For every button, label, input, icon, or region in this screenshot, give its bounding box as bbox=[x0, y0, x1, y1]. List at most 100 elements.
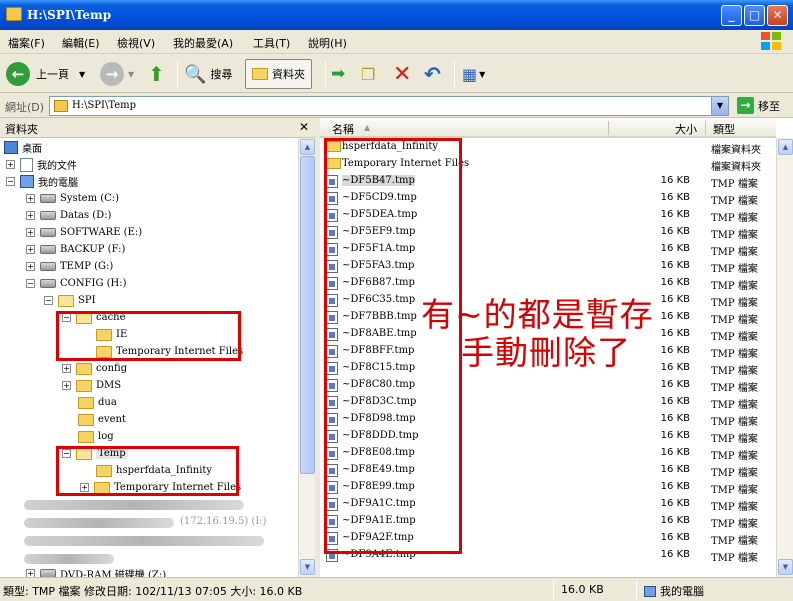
delete-x-icon: ✕ bbox=[393, 61, 412, 87]
expand-icon[interactable]: + bbox=[6, 160, 15, 169]
folders-pane-close-button[interactable]: ✕ bbox=[299, 120, 309, 134]
annotation-line-1: 有~的都是暫存 bbox=[421, 295, 654, 334]
file-type: 檔案資料夾 bbox=[711, 162, 761, 173]
up-folder-button[interactable]: ⬆ bbox=[148, 59, 165, 89]
expand-icon[interactable]: + bbox=[26, 211, 35, 220]
file-type: 檔案資料夾 bbox=[711, 145, 761, 156]
copy-to-button[interactable]: ❐ bbox=[361, 59, 375, 89]
expand-icon[interactable]: + bbox=[26, 194, 35, 203]
status-zone: 我的電腦 bbox=[644, 583, 704, 599]
file-size: 16 KB bbox=[660, 209, 690, 220]
menu-tools[interactable]: 工具(T) bbox=[253, 35, 290, 51]
menu-file[interactable]: 檔案(F) bbox=[8, 35, 45, 51]
file-size: 16 KB bbox=[660, 464, 690, 475]
go-button[interactable]: → 移至 bbox=[737, 97, 780, 114]
file-type: TMP 檔案 bbox=[711, 434, 758, 445]
menu-edit[interactable]: 編輯(E) bbox=[62, 35, 100, 51]
column-header-size[interactable]: 大小 bbox=[675, 121, 697, 137]
tree-item-spi[interactable]: − SPI bbox=[44, 292, 96, 309]
menu-help[interactable]: 說明(H) bbox=[308, 35, 347, 51]
file-type: TMP 檔案 bbox=[711, 519, 758, 530]
folders-button[interactable]: 資料夾 bbox=[245, 59, 312, 89]
desktop-icon bbox=[4, 141, 18, 154]
column-header-name[interactable]: 名稱 bbox=[332, 121, 354, 137]
collapse-icon[interactable]: − bbox=[44, 296, 53, 305]
folder-icon bbox=[54, 100, 68, 112]
tree-item-drive-c[interactable]: + System (C:) bbox=[26, 190, 119, 207]
expand-icon[interactable]: + bbox=[62, 381, 71, 390]
tree-item-dms[interactable]: + DMS bbox=[62, 377, 121, 394]
expand-icon[interactable]: + bbox=[26, 245, 35, 254]
status-bar: 類型: TMP 檔案 修改日期: 102/11/13 07:05 大小: 16.… bbox=[0, 577, 793, 601]
tree-item-my-documents[interactable]: + 我的文件 bbox=[6, 156, 77, 173]
scroll-up-icon[interactable]: ▲ bbox=[778, 139, 793, 155]
collapse-icon[interactable]: − bbox=[6, 177, 15, 186]
tree-scrollbar[interactable]: ▲ ▼ bbox=[298, 138, 315, 577]
minimize-button[interactable]: _ bbox=[721, 5, 742, 26]
column-header-type[interactable]: 類型 bbox=[713, 121, 735, 137]
file-list-scrollbar[interactable]: ▲ ▼ bbox=[776, 138, 793, 577]
expand-icon[interactable]: + bbox=[26, 569, 35, 577]
collapse-icon[interactable]: − bbox=[26, 279, 35, 288]
tree-item-drive-g[interactable]: + TEMP (G:) bbox=[26, 258, 113, 275]
folders-pane: 資料夾 ✕ 桌面 + 我的文件 − 我的電腦 + System (C:) + D… bbox=[0, 118, 318, 577]
tree-item-drive-f[interactable]: + BACKUP (F:) bbox=[26, 241, 125, 258]
tree-item-drive-e[interactable]: + SOFTWARE (E:) bbox=[26, 224, 142, 241]
tree-item-event[interactable]: event bbox=[78, 411, 126, 428]
undo-button[interactable]: ↶ bbox=[424, 59, 441, 89]
delete-button[interactable]: ✕ bbox=[393, 59, 411, 89]
folder-icon bbox=[76, 379, 92, 392]
file-size: 16 KB bbox=[660, 260, 690, 271]
undo-arrow-icon: ↶ bbox=[424, 62, 441, 86]
file-size: 16 KB bbox=[660, 243, 690, 254]
file-type: TMP 檔案 bbox=[711, 366, 758, 377]
drive-icon bbox=[40, 194, 56, 203]
menu-view[interactable]: 檢視(V) bbox=[117, 35, 155, 51]
menu-favorites[interactable]: 我的最愛(A) bbox=[173, 35, 233, 51]
tree-item-desktop[interactable]: 桌面 bbox=[4, 139, 42, 156]
drive-icon bbox=[40, 262, 56, 271]
toolbar: ← 上一頁 ▼ → ▼ ⬆ 🔍 搜尋 資料夾 ➡ ❐ ✕ ↶ ▦ ▼ bbox=[0, 55, 793, 93]
file-size: 16 KB bbox=[660, 396, 690, 407]
file-type: TMP 檔案 bbox=[711, 332, 758, 343]
title-bar[interactable]: H:\SPI\Temp _ □ ✕ bbox=[0, 0, 793, 30]
up-folder-icon: ⬆ bbox=[148, 62, 165, 86]
tree-item-config[interactable]: + config bbox=[62, 360, 127, 377]
scroll-down-icon[interactable]: ▼ bbox=[778, 559, 793, 575]
tree-item-my-computer[interactable]: − 我的電腦 bbox=[6, 173, 78, 190]
folder-icon bbox=[6, 7, 22, 21]
tree-item-drive-d[interactable]: + Datas (D:) bbox=[26, 207, 111, 224]
file-size: 16 KB bbox=[660, 498, 690, 509]
file-type: TMP 檔案 bbox=[711, 383, 758, 394]
expand-icon[interactable]: + bbox=[26, 228, 35, 237]
move-to-button[interactable]: ➡ bbox=[331, 59, 345, 89]
file-size: 16 KB bbox=[660, 277, 690, 288]
scroll-thumb[interactable] bbox=[300, 156, 315, 474]
back-button[interactable]: ← 上一頁 ▼ bbox=[6, 59, 85, 89]
tree-item-dvd-drive[interactable]: + DVD-RAM 磁碟機 (Z:) bbox=[26, 565, 166, 577]
scroll-down-icon[interactable]: ▼ bbox=[300, 559, 315, 575]
tree-item-dua[interactable]: dua bbox=[78, 394, 117, 411]
address-input[interactable]: H:\SPI\Temp ▼ bbox=[49, 96, 729, 116]
status-size: 16.0 KB bbox=[561, 583, 604, 596]
tree-item-log[interactable]: log bbox=[78, 428, 114, 445]
forward-button[interactable]: → ▼ bbox=[100, 59, 134, 89]
my-computer-icon bbox=[20, 175, 34, 188]
expand-icon[interactable]: + bbox=[26, 262, 35, 271]
file-type: TMP 檔案 bbox=[711, 264, 758, 275]
back-label: 上一頁 bbox=[36, 68, 69, 81]
menu-bar: 檔案(F) 編輯(E) 檢視(V) 我的最愛(A) 工具(T) 說明(H) bbox=[0, 30, 793, 54]
views-button[interactable]: ▦ ▼ bbox=[462, 59, 485, 89]
expand-icon[interactable]: + bbox=[62, 364, 71, 373]
tree-item-drive-h[interactable]: − CONFIG (H:) bbox=[26, 275, 127, 292]
search-button[interactable]: 🔍 搜尋 bbox=[184, 59, 232, 89]
close-button[interactable]: ✕ bbox=[767, 5, 788, 26]
file-type: TMP 檔案 bbox=[711, 536, 758, 547]
file-size: 16 KB bbox=[660, 447, 690, 458]
chevron-down-icon[interactable]: ▼ bbox=[711, 97, 728, 115]
file-size: 16 KB bbox=[660, 549, 690, 560]
file-type: TMP 檔案 bbox=[711, 179, 758, 190]
maximize-button[interactable]: □ bbox=[744, 5, 765, 26]
file-size: 16 KB bbox=[660, 532, 690, 543]
scroll-up-icon[interactable]: ▲ bbox=[300, 139, 315, 155]
